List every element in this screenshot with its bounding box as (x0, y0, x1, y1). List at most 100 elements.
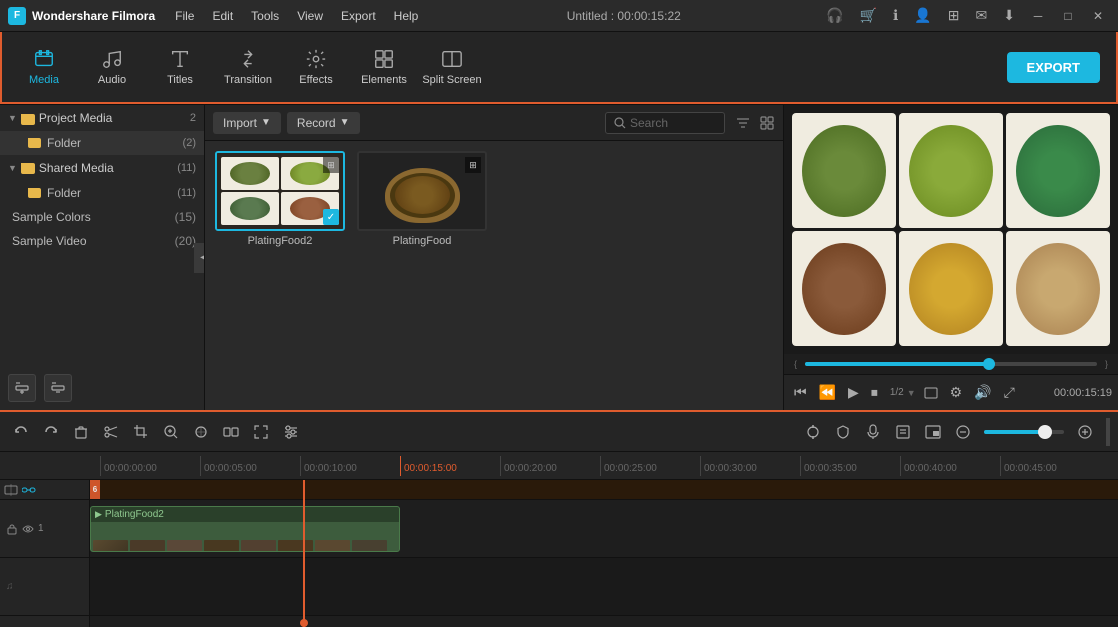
download-icon[interactable]: ⬇ (998, 5, 1020, 26)
sample-video-item[interactable]: Sample Video (20) (0, 229, 204, 253)
fullscreen-button[interactable] (248, 420, 274, 444)
settings-button[interactable]: ⚙ (946, 381, 967, 404)
plate-food-3 (1016, 125, 1099, 217)
record-label: Record (297, 116, 336, 130)
ruler-mark-9: 00:00:45:00 (1000, 456, 1100, 476)
collapse-panel-button[interactable]: ◀ (194, 243, 205, 273)
scrubber-right-bracket: } (1105, 359, 1108, 369)
close-button[interactable]: ✕ (1086, 4, 1110, 28)
auto-snap-button[interactable] (800, 420, 826, 444)
import-button[interactable]: Import ▼ (213, 112, 281, 134)
toolbar-elements[interactable]: Elements (350, 37, 418, 97)
toolbar-effects[interactable]: Effects (282, 37, 350, 97)
split-button[interactable] (218, 420, 244, 444)
track-content[interactable]: 6 ▶ PlatingFood2 (90, 480, 1118, 627)
frame-back-button[interactable]: ⏪ (815, 381, 840, 404)
zoom-in-button[interactable] (158, 420, 184, 444)
video-track-row[interactable]: ▶ PlatingFood2 (90, 500, 1118, 558)
export-button[interactable]: EXPORT (1007, 52, 1100, 83)
record-button[interactable]: Record ▼ (287, 112, 360, 134)
toolbar-media[interactable]: Media (10, 37, 78, 97)
import-dropdown-icon[interactable]: ▼ (261, 117, 271, 128)
zoom-fill (984, 430, 1040, 434)
remove-from-timeline-button[interactable] (44, 374, 72, 402)
cut-button[interactable] (98, 420, 124, 444)
toolbar-audio[interactable]: Audio (78, 37, 146, 97)
email-icon[interactable]: ✉ (971, 5, 993, 26)
grid-icon[interactable]: ⊞ (943, 5, 965, 26)
track-add-icon[interactable] (4, 483, 18, 497)
add-to-timeline-button[interactable] (8, 374, 36, 402)
playback-speed[interactable]: 1/2 ▼ (890, 387, 916, 398)
toolbar-titles[interactable]: Titles (146, 37, 214, 97)
redo-button[interactable] (38, 420, 64, 444)
sample-colors-item[interactable]: Sample Colors (15) (0, 205, 204, 229)
cart-icon[interactable]: 🛒 (855, 5, 882, 26)
expand-button[interactable]: ⤢ (1000, 381, 1019, 404)
preview-time: 00:00:15:19 (1054, 387, 1112, 399)
menu-help[interactable]: Help (386, 5, 427, 27)
timeline-tracks: 1 ♫ 6 (0, 480, 1118, 627)
color-button[interactable] (188, 420, 214, 444)
timeline-drag-handle[interactable] (1106, 418, 1110, 446)
menu-file[interactable]: File (167, 5, 202, 27)
menu-edit[interactable]: Edit (204, 5, 241, 27)
shield-icon (835, 424, 851, 440)
maximize-button[interactable]: □ (1056, 4, 1080, 28)
playhead-foot (300, 619, 308, 627)
menu-export[interactable]: Export (333, 5, 384, 27)
shared-media-header[interactable]: ▼ Shared Media (11) (0, 155, 204, 181)
zoom-handle[interactable] (1038, 425, 1052, 439)
shared-media-folder[interactable]: Folder (11) (0, 181, 204, 205)
shield-button[interactable] (830, 420, 856, 444)
preview-scrubber[interactable]: { } (784, 354, 1118, 374)
user-icon[interactable]: 👤 (909, 5, 936, 26)
zoom-in-tl-button[interactable] (1072, 420, 1098, 444)
undo-button[interactable] (8, 420, 34, 444)
minimize-button[interactable]: ─ (1026, 4, 1050, 28)
project-media-folder[interactable]: Folder (2) (0, 131, 204, 155)
screen-size-button[interactable] (920, 383, 942, 403)
toolbar-transition[interactable]: Transition (214, 37, 282, 97)
filter-icon[interactable] (735, 115, 751, 131)
audio-track-row[interactable] (90, 558, 1118, 616)
lock-icon[interactable] (6, 523, 18, 535)
picture-in-picture-button[interactable] (920, 420, 946, 444)
skip-back-button[interactable]: ⏮ (790, 381, 811, 404)
project-media-header[interactable]: ▼ Project Media 2 (0, 105, 204, 131)
zoom-out-button[interactable] (950, 420, 976, 444)
zoom-slider[interactable] (984, 430, 1064, 434)
adjustments-icon (283, 424, 299, 440)
grid-overlay-icon: ⊞ (323, 157, 339, 173)
project-media-folder-label: Folder (47, 136, 81, 150)
play-button[interactable]: ▶ (844, 381, 863, 404)
menu-tools[interactable]: Tools (243, 5, 287, 27)
eye-icon[interactable] (22, 523, 34, 535)
grid-view-icon[interactable] (759, 115, 775, 131)
text-button[interactable] (890, 420, 916, 444)
media-item-platingfood[interactable]: ⊞ PlatingFood (357, 151, 487, 247)
menu-view[interactable]: View (289, 5, 331, 27)
media-panel: Import ▼ Record ▼ (205, 105, 783, 410)
clip-platingfood2[interactable]: ▶ PlatingFood2 (90, 506, 400, 552)
app-logo: F Wondershare Filmora (8, 7, 155, 25)
stop-button[interactable]: ⏹ (867, 381, 882, 404)
volume-button[interactable]: 🔊 (970, 381, 995, 404)
delete-button[interactable] (68, 420, 94, 444)
headphone-icon[interactable]: 🎧 (821, 5, 848, 26)
audio-track-label: ♫ (0, 558, 89, 616)
track-link-icon[interactable] (22, 483, 36, 497)
record-audio-button[interactable] (860, 420, 886, 444)
scrubber-handle[interactable] (983, 358, 995, 370)
media-item-platingfood2[interactable]: ⊞ ✓ PlatingFood2 (215, 151, 345, 247)
scrubber-track[interactable] (805, 362, 1097, 366)
adjustments-button[interactable] (278, 420, 304, 444)
record-dropdown-icon[interactable]: ▼ (340, 117, 350, 128)
snap-icon (805, 424, 821, 440)
plus-circle-icon (1077, 424, 1093, 440)
info-icon[interactable]: ℹ (888, 5, 903, 26)
audio-label: ♫ (6, 581, 14, 592)
toolbar-split-screen[interactable]: Split Screen (418, 37, 486, 97)
search-input[interactable] (630, 116, 710, 130)
crop-button[interactable] (128, 420, 154, 444)
